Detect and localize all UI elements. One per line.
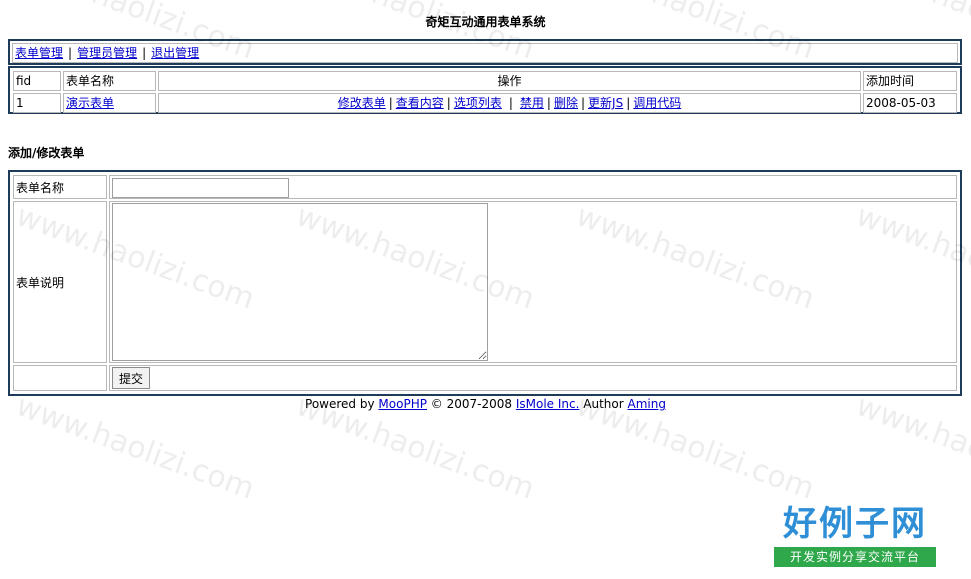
form-name-link[interactable]: 演示表单 (66, 96, 114, 110)
footer: Powered by MooPHP © 2007-2008 IsMole Inc… (0, 397, 971, 411)
empty-cell (13, 365, 107, 391)
action-separator: | (446, 96, 451, 110)
header-fid: fid (13, 71, 61, 91)
action-separator: | (388, 96, 393, 110)
top-menu: 表单管理 | 管理员管理 | 退出管理 (8, 39, 962, 65)
cell-actions: 修改表单 | 查看内容 | 选项列表 | 禁用 | 删除 | 更新JS | 调用代码 (158, 93, 861, 113)
submit-cell: 提交 (109, 365, 957, 391)
menu-separator: | (68, 46, 73, 60)
view-content-link[interactable]: 查看内容 (396, 96, 444, 110)
disable-link[interactable]: 禁用 (520, 96, 544, 110)
delete-link[interactable]: 删除 (554, 96, 578, 110)
form-desc-textarea[interactable] (112, 203, 488, 361)
menu-bar: 表单管理 | 管理员管理 | 退出管理 (12, 43, 958, 63)
desc-label: 表单说明 (13, 201, 107, 363)
moophp-link[interactable]: MooPHP (378, 397, 427, 411)
table-row: 1 演示表单 修改表单 | 查看内容 | 选项列表 | 禁用 | 删除 | 更新JS | 调用代码 20… (13, 93, 957, 113)
header-form-name: 表单名称 (63, 71, 156, 91)
author-link[interactable]: Aming (628, 397, 666, 411)
cell-form-name: 演示表单 (63, 93, 156, 113)
form-name-input[interactable] (112, 177, 289, 198)
edit-form-panel: 表单名称 表单说明 提交 (8, 170, 962, 396)
logo-sub-text: 开发实例分享交流平台 (774, 547, 936, 567)
desc-input-cell (109, 201, 957, 363)
form-row-submit: 提交 (13, 365, 957, 391)
update-js-link[interactable]: 更新JS (588, 96, 623, 110)
cell-fid: 1 (13, 93, 61, 113)
logo-main-text: 好例子网 (783, 504, 927, 544)
company-link[interactable]: IsMole Inc. (516, 397, 580, 411)
form-row-name: 表单名称 (13, 175, 957, 199)
header-actions: 操作 (158, 71, 861, 91)
footer-powered-by: Powered by (305, 397, 375, 411)
footer-author-label: Author (583, 397, 624, 411)
menu-form-manage-link[interactable]: 表单管理 (15, 46, 63, 60)
action-separator: | (546, 96, 551, 110)
menu-logout-link[interactable]: 退出管理 (151, 46, 199, 60)
footer-copyright: © 2007-2008 (430, 397, 513, 411)
embed-code-link[interactable]: 调用代码 (633, 96, 681, 110)
cell-date: 2008-05-03 (863, 93, 957, 113)
page-title: 奇矩互动通用表单系统 (425, 15, 546, 29)
section-title: 添加/修改表单 (8, 146, 85, 160)
submit-button[interactable]: 提交 (112, 367, 151, 389)
edit-form-table: 表单名称 表单说明 提交 (11, 173, 959, 393)
option-list-link[interactable]: 选项列表 (454, 96, 502, 110)
name-input-cell (109, 175, 957, 199)
action-separator: | (580, 96, 586, 110)
form-list-table: fid 表单名称 操作 添加时间 1 演示表单 修改表单 | 查看内容 | 选项列表 | 禁… (11, 69, 959, 115)
edit-form-link[interactable]: 修改表单 (338, 96, 386, 110)
form-list-panel: fid 表单名称 操作 添加时间 1 演示表单 修改表单 | 查看内容 | 选项列表 | 禁… (8, 66, 962, 114)
menu-admin-manage-link[interactable]: 管理员管理 (77, 46, 137, 60)
action-separator: | (626, 96, 631, 110)
name-label: 表单名称 (13, 175, 107, 199)
menu-separator: | (142, 46, 147, 60)
site-logo: 好例子网 开发实例分享交流平台 (774, 505, 936, 571)
table-header-row: fid 表单名称 操作 添加时间 (13, 71, 957, 91)
form-row-desc: 表单说明 (13, 201, 957, 363)
action-separator: | (508, 96, 513, 110)
header-date: 添加时间 (863, 71, 957, 91)
